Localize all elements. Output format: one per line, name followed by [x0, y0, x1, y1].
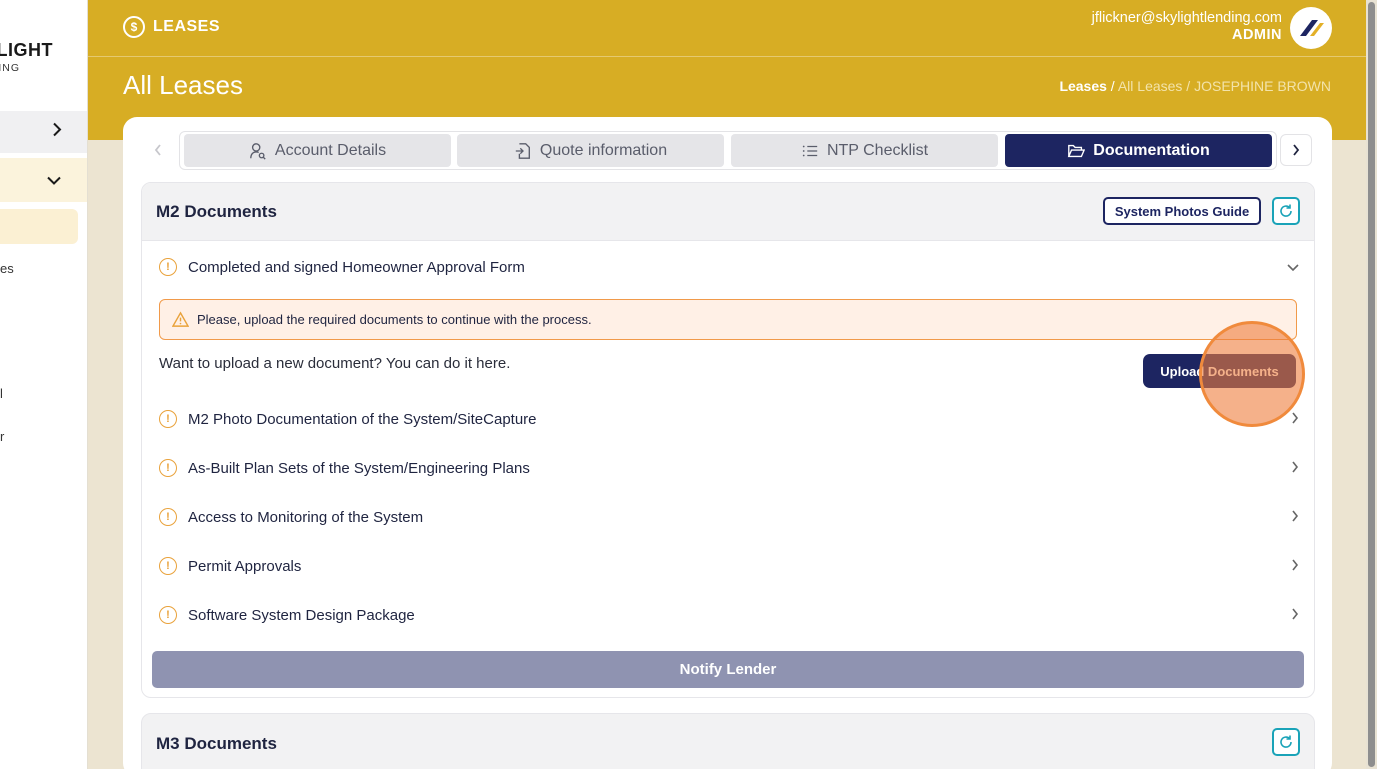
tab-label: Documentation: [1093, 141, 1210, 159]
tab-documentation[interactable]: Documentation: [1005, 134, 1272, 167]
alert-text: Please, upload the required documents to…: [197, 312, 592, 327]
doc-item-label: Software System Design Package: [188, 606, 415, 624]
doc-item[interactable]: ! M2 Photo Documentation of the System/S…: [159, 408, 1299, 430]
logo-text: LIGHT: [0, 40, 53, 60]
sidebar-subitem-label[interactable]: es: [0, 261, 14, 276]
doc-item-label: Permit Approvals: [188, 557, 302, 575]
doc-item-label: M2 Photo Documentation of the System/Sit…: [188, 410, 537, 428]
file-import-icon: [515, 142, 530, 159]
m2-documents-panel: M2 Documents System Photos Guide ! Compl…: [141, 182, 1315, 698]
user-role: ADMIN: [1231, 27, 1282, 43]
avatar[interactable]: [1290, 7, 1332, 49]
chevron-right-icon: [1291, 460, 1299, 476]
upload-warning-alert: Please, upload the required documents to…: [159, 299, 1297, 340]
user-search-icon: [250, 142, 266, 160]
warning-circle-icon: !: [159, 557, 177, 575]
tab-label: NTP Checklist: [826, 141, 929, 159]
chevron-right-icon: [52, 122, 62, 143]
warning-circle-icon: !: [159, 508, 177, 526]
logo: LIGHT ING: [0, 40, 87, 74]
tab-label: Account Details: [274, 141, 387, 159]
m2-panel-header: M2 Documents System Photos Guide: [142, 183, 1314, 241]
doc-item[interactable]: ! Permit Approvals: [159, 555, 1299, 577]
m3-documents-panel: M3 Documents: [141, 713, 1315, 769]
notify-lender-button[interactable]: Notify Lender: [152, 651, 1304, 688]
doc-item-label: Completed and signed Homeowner Approval …: [188, 258, 525, 276]
m3-panel-title: M3 Documents: [156, 734, 277, 753]
sidebar-item-expanded[interactable]: [0, 158, 87, 202]
tabs-prev-button[interactable]: [142, 134, 174, 166]
sidebar: LIGHT ING es l r: [0, 0, 88, 769]
scrollbar-thumb[interactable]: [1368, 2, 1375, 767]
m3-refresh-button[interactable]: [1272, 728, 1300, 756]
page-title: All Leases: [123, 70, 243, 100]
doc-item[interactable]: ! Access to Monitoring of the System: [159, 506, 1299, 528]
skylight-logo-icon: [1300, 20, 1324, 36]
doc-item[interactable]: ! Software System Design Package: [159, 604, 1299, 626]
doc-item-expanded[interactable]: ! Completed and signed Homeowner Approva…: [159, 256, 1299, 278]
refresh-icon: [1280, 204, 1292, 217]
tab-label: Quote information: [539, 141, 668, 159]
breadcrumb-customer: JOSEPHINE BROWN: [1194, 78, 1331, 94]
chevron-right-icon: [1291, 558, 1299, 574]
chevron-right-icon: [1291, 411, 1299, 427]
upload-documents-button[interactable]: Upload Documents: [1143, 354, 1296, 388]
m2-panel-title: M2 Documents: [156, 202, 277, 221]
sidebar-subitem-label[interactable]: r: [0, 429, 4, 444]
page-scrollbar[interactable]: [1366, 0, 1377, 769]
doc-item-label: As-Built Plan Sets of the System/Enginee…: [188, 459, 530, 477]
sidebar-subitem-label[interactable]: l: [0, 386, 3, 401]
tabs-next-button[interactable]: [1280, 134, 1312, 166]
nav-leases[interactable]: $ LEASES: [123, 16, 220, 38]
logo-subtext: ING: [0, 62, 20, 74]
breadcrumb-separator: /: [1182, 78, 1195, 94]
m2-refresh-button[interactable]: [1272, 197, 1300, 225]
chevron-right-icon: [1291, 509, 1299, 525]
warning-triangle-icon: [172, 311, 189, 327]
warning-circle-icon: !: [159, 258, 177, 276]
header-divider: [88, 56, 1377, 57]
breadcrumb-separator: /: [1106, 78, 1118, 94]
system-photos-guide-button[interactable]: System Photos Guide: [1103, 197, 1261, 225]
sidebar-item-collapsed[interactable]: [0, 111, 87, 153]
sidebar-subitem-active[interactable]: [0, 209, 78, 244]
breadcrumb: Leases / All Leases / JOSEPHINE BROWN: [1059, 78, 1331, 94]
chevron-down-icon: [46, 170, 62, 191]
tab-ntp-checklist[interactable]: NTP Checklist: [731, 134, 998, 167]
warning-circle-icon: !: [159, 410, 177, 428]
doc-item[interactable]: ! As-Built Plan Sets of the System/Engin…: [159, 457, 1299, 479]
upload-prompt: Want to upload a new document? You can d…: [159, 355, 511, 372]
list-icon: [802, 145, 818, 156]
breadcrumb-all-leases[interactable]: All Leases: [1118, 78, 1183, 94]
breadcrumb-leases[interactable]: Leases: [1059, 78, 1106, 94]
tab-account-details[interactable]: Account Details: [184, 134, 451, 167]
folder-open-icon: [1068, 144, 1086, 157]
tab-quote-information[interactable]: Quote information: [457, 134, 724, 167]
chevron-down-icon: [1287, 259, 1299, 275]
refresh-icon: [1280, 735, 1292, 748]
warning-circle-icon: !: [159, 459, 177, 477]
dollar-circle-icon: $: [123, 16, 145, 38]
chevron-right-icon: [1291, 607, 1299, 623]
user-email: jflickner@skylightlending.com: [1091, 10, 1282, 26]
nav-leases-label: LEASES: [153, 18, 221, 35]
warning-circle-icon: !: [159, 606, 177, 624]
doc-item-label: Access to Monitoring of the System: [188, 508, 424, 526]
